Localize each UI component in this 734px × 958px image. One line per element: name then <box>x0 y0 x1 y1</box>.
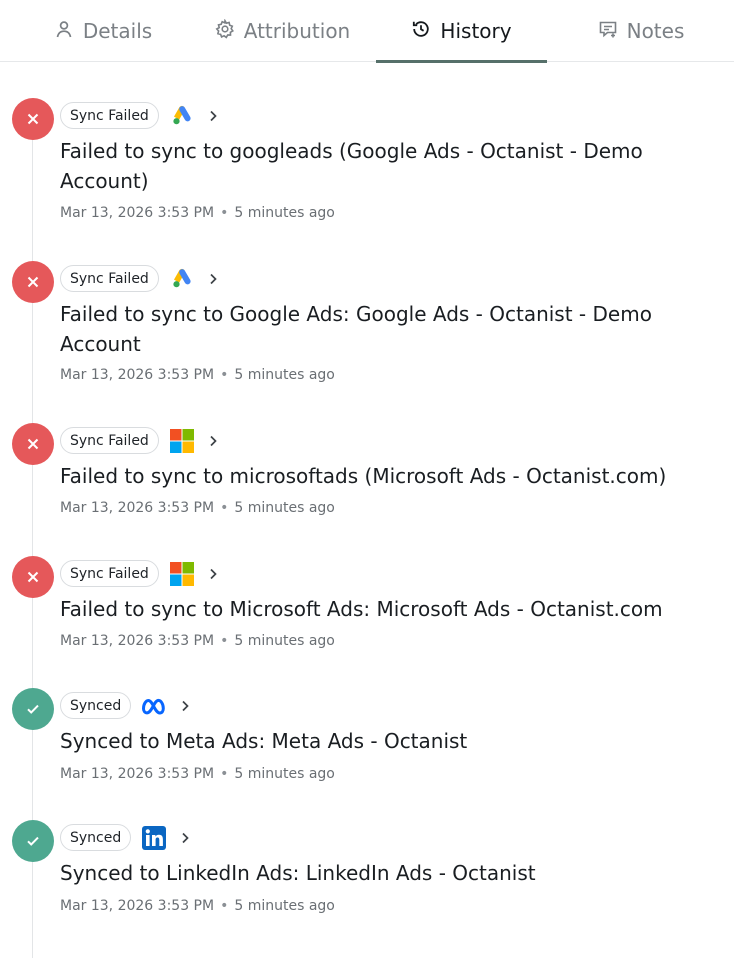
google-ads-icon <box>169 266 195 292</box>
notes-icon <box>598 19 618 44</box>
gear-icon <box>215 17 235 44</box>
entry-meta: Mar 13, 2026 3:53 PM • 5 minutes ago <box>60 632 335 650</box>
success-status-icon <box>12 820 54 862</box>
chevron-right-icon[interactable] <box>177 698 193 714</box>
failed-status-icon <box>12 423 54 465</box>
history-entry: Sync Failed Failed to sync to Microsoft … <box>0 556 734 656</box>
chevron-right-icon[interactable] <box>205 108 221 124</box>
separator-dot: • <box>220 766 229 782</box>
separator-dot: • <box>220 633 229 649</box>
tab-history-label: History <box>440 19 512 43</box>
tab-history[interactable]: History <box>376 0 547 63</box>
status-badge: Sync Failed <box>60 427 159 454</box>
history-entry: Sync Failed Failed to sync to googleads … <box>0 98 734 228</box>
entry-title: Failed to sync to microsoftads (Microsof… <box>60 464 667 488</box>
history-icon <box>411 19 431 44</box>
entry-title: Synced to Meta Ads: Meta Ads - Octanist <box>60 729 468 753</box>
tab-details-label: Details <box>82 19 153 43</box>
entry-date: Mar 13, 2026 3:53 PM <box>60 633 215 649</box>
tab-notes-label: Notes <box>626 19 685 43</box>
chevron-right-icon[interactable] <box>205 433 221 449</box>
entry-title: Failed to sync to Microsoft Ads: Microso… <box>60 597 663 621</box>
meta-icon <box>141 693 167 719</box>
entry-date: Mar 13, 2026 3:53 PM <box>60 205 215 221</box>
history-entry: Synced Synced to LinkedIn Ads: LinkedIn … <box>0 820 734 920</box>
chevron-right-icon[interactable] <box>205 566 221 582</box>
success-status-icon <box>12 688 54 730</box>
entry-date: Mar 13, 2026 3:53 PM <box>60 898 215 914</box>
status-badge: Synced <box>60 692 132 719</box>
linkedin-icon <box>141 825 167 851</box>
entry-relative-time: 5 minutes ago <box>234 766 335 782</box>
entry-meta: Mar 13, 2026 3:53 PM • 5 minutes ago <box>60 897 335 915</box>
history-timeline: Sync Failed Failed to sync to googleads … <box>0 63 734 958</box>
history-entry: Sync Failed Failed to sync to microsofta… <box>0 423 734 523</box>
entry-relative-time: 5 minutes ago <box>234 367 335 383</box>
entry-title: Failed to sync to Google Ads: Google Ads… <box>60 302 652 356</box>
entry-header: Sync Failed <box>60 264 221 293</box>
status-badge: Sync Failed <box>60 265 159 292</box>
entry-header: Synced <box>60 823 193 852</box>
failed-status-icon <box>12 261 54 303</box>
entry-header: Synced <box>60 691 193 720</box>
status-badge: Sync Failed <box>60 560 159 587</box>
entry-relative-time: 5 minutes ago <box>234 205 335 221</box>
entry-date: Mar 13, 2026 3:53 PM <box>60 500 215 516</box>
separator-dot: • <box>220 898 229 914</box>
entry-meta: Mar 13, 2026 3:53 PM • 5 minutes ago <box>60 366 335 384</box>
entry-meta: Mar 13, 2026 3:53 PM • 5 minutes ago <box>60 765 335 783</box>
chevron-right-icon[interactable] <box>177 830 193 846</box>
entry-header: Sync Failed <box>60 101 221 130</box>
separator-dot: • <box>220 367 229 383</box>
tab-details[interactable]: Details <box>52 0 154 62</box>
entry-relative-time: 5 minutes ago <box>234 633 335 649</box>
entry-title: Failed to sync to googleads (Google Ads … <box>60 139 643 193</box>
entry-relative-time: 5 minutes ago <box>234 898 335 914</box>
entry-relative-time: 5 minutes ago <box>234 500 335 516</box>
separator-dot: • <box>220 205 229 221</box>
tab-bar: Details Attribution History Notes <box>0 0 734 63</box>
entry-meta: Mar 13, 2026 3:53 PM • 5 minutes ago <box>60 499 335 517</box>
entry-date: Mar 13, 2026 3:53 PM <box>60 367 215 383</box>
failed-status-icon <box>12 556 54 598</box>
history-entry: Sync Failed Failed to sync to Google Ads… <box>0 261 734 391</box>
entry-header: Sync Failed <box>60 426 221 455</box>
status-badge: Sync Failed <box>60 102 159 129</box>
failed-status-icon <box>12 98 54 140</box>
tab-notes[interactable]: Notes <box>596 0 686 62</box>
chevron-right-icon[interactable] <box>205 271 221 287</box>
user-icon <box>54 19 74 44</box>
entry-meta: Mar 13, 2026 3:53 PM • 5 minutes ago <box>60 204 335 222</box>
microsoft-icon <box>169 561 195 587</box>
entry-title: Synced to LinkedIn Ads: LinkedIn Ads - O… <box>60 861 536 885</box>
entry-header: Sync Failed <box>60 559 221 588</box>
tab-attribution[interactable]: Attribution <box>214 0 351 62</box>
tab-attribution-label: Attribution <box>243 19 351 43</box>
status-badge: Synced <box>60 824 132 851</box>
separator-dot: • <box>220 500 229 516</box>
history-entry: Synced Synced to Meta Ads: Meta Ads - Oc… <box>0 688 734 788</box>
entry-date: Mar 13, 2026 3:53 PM <box>60 766 215 782</box>
microsoft-icon <box>169 428 195 454</box>
google-ads-icon <box>169 103 195 129</box>
